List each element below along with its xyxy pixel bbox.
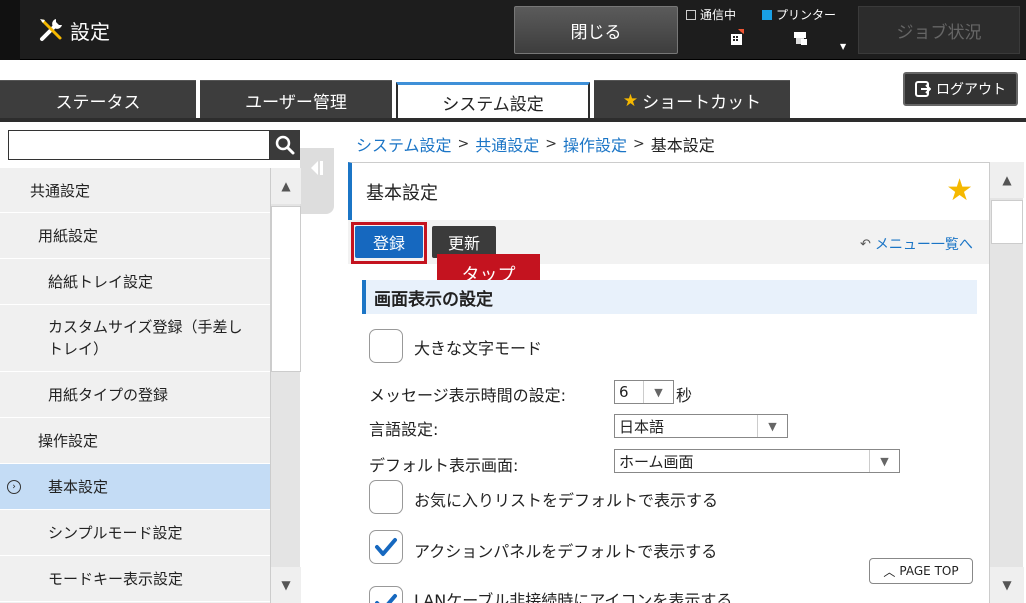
chevron-down-icon: ▼ — [869, 450, 899, 472]
message-time-label: メッセージ表示時間の設定: — [369, 386, 567, 405]
sidebar-scrollbar[interactable]: ▲ ▼ — [270, 168, 301, 603]
action-panel-label: アクションパネルをデフォルトで表示する — [414, 542, 718, 561]
chevron-down-icon: ▼ — [643, 381, 673, 403]
breadcrumb-separator: > — [545, 136, 558, 152]
breadcrumb-system-settings[interactable]: システム設定 — [356, 132, 452, 156]
register-highlight-frame — [351, 222, 427, 264]
tools-icon — [40, 19, 62, 41]
comm-status-indicator — [686, 9, 696, 20]
menu-list-icon: ↶ — [860, 236, 871, 252]
large-text-label: 大きな文字モード — [414, 339, 543, 358]
search-button[interactable] — [270, 130, 300, 160]
close-button[interactable]: 閉じる — [514, 6, 678, 54]
large-text-checkbox[interactable] — [369, 329, 403, 363]
page-top-label: PAGE TOP — [899, 564, 959, 578]
language-label: 言語設定: — [369, 420, 439, 439]
search-icon — [275, 135, 295, 155]
logout-label: ログアウト — [936, 82, 1006, 98]
sidebar-item-paper-settings[interactable]: 用紙設定 — [0, 213, 270, 259]
collapse-left-icon — [311, 161, 323, 175]
sidebar: 共通設定 用紙設定 給紙トレイ設定 カスタムサイズ登録（手差しトレイ） 用紙タイ… — [0, 168, 270, 603]
menu-list-link[interactable]: ↶ メニュー一覧へ — [860, 234, 973, 254]
chevron-up-icon: ︿ — [883, 564, 896, 579]
tab-shortcut-label: ショートカット — [642, 93, 762, 113]
sidebar-search-input[interactable] — [8, 130, 270, 160]
default-screen-value: ホーム画面 — [619, 452, 694, 471]
favorites-checkbox[interactable] — [369, 480, 403, 514]
page-title: 基本設定 ★ — [348, 162, 989, 220]
section-heading: 画面表示の設定 — [362, 280, 977, 314]
default-screen-select[interactable]: ホーム画面 ▼ — [614, 449, 900, 473]
logout-icon — [915, 81, 931, 97]
logout-button[interactable]: ログアウト — [903, 72, 1018, 106]
breadcrumb: システム設定 > 共通設定 > 操作設定 > 基本設定 — [356, 132, 715, 156]
printer-device-icon — [794, 32, 807, 45]
scroll-up-icon[interactable]: ▲ — [990, 162, 1024, 198]
fax-icon — [731, 29, 744, 45]
breadcrumb-separator: > — [633, 136, 645, 152]
favorites-label: お気に入りリストをデフォルトで表示する — [414, 491, 719, 510]
checkmark-icon — [375, 594, 397, 603]
printer-status-indicator — [762, 9, 772, 20]
lan-label: LANケーブル非接続時にアイコンを表示する — [414, 591, 733, 603]
sidebar-item-basic-settings-label: 基本設定 — [48, 478, 109, 496]
comm-status-label: 通信中 — [700, 8, 737, 22]
menu-list-label: メニュー一覧へ — [874, 237, 973, 253]
page-top-button[interactable]: ︿ PAGE TOP — [869, 558, 973, 584]
sidebar-item-basic-settings[interactable]: › 基本設定 — [0, 464, 270, 510]
scroll-up-icon[interactable]: ▲ — [271, 168, 301, 204]
scroll-down-icon[interactable]: ▼ — [271, 567, 301, 603]
settings-title-label: 設定 — [70, 19, 110, 44]
scroll-down-icon[interactable]: ▼ — [990, 567, 1024, 603]
message-time-unit: 秒 — [676, 386, 693, 405]
sidebar-item-operation-settings[interactable]: 操作設定 — [0, 418, 270, 464]
sidebar-item-paper-type[interactable]: 用紙タイプの登録 — [0, 372, 270, 418]
job-status-button[interactable]: ジョブ状況 — [858, 6, 1020, 54]
tab-system-settings[interactable]: システム設定 — [396, 82, 590, 120]
main-scroll-thumb[interactable] — [991, 200, 1023, 244]
sidebar-item-custom-size[interactable]: カスタムサイズ登録（手差しトレイ） — [0, 305, 270, 372]
breadcrumb-common-settings[interactable]: 共通設定 — [475, 132, 539, 156]
sidebar-scroll-thumb[interactable] — [271, 206, 301, 372]
language-select[interactable]: 日本語 ▼ — [614, 414, 788, 438]
breadcrumb-operation-settings[interactable]: 操作設定 — [563, 132, 627, 156]
sidebar-item-tray-settings[interactable]: 給紙トレイ設定 — [0, 259, 270, 305]
default-screen-label: デフォルト表示画面: — [369, 456, 519, 475]
settings-title: 設定 — [36, 14, 110, 46]
tab-shortcut[interactable]: ★ ショートカット — [594, 80, 790, 120]
message-time-value: 6 — [619, 383, 629, 401]
checkmark-icon — [375, 538, 397, 556]
breadcrumb-separator: > — [457, 136, 470, 152]
page-title-label: 基本設定 — [366, 182, 438, 204]
current-item-icon: › — [7, 479, 21, 494]
sidebar-collapse-tab[interactable] — [300, 148, 334, 214]
device-dropdown-icon[interactable]: ▼ — [840, 42, 846, 51]
tabs-underline — [0, 118, 1026, 122]
sidebar-item-simple-mode[interactable]: シンプルモード設定 — [0, 510, 270, 556]
action-panel-checkbox[interactable] — [369, 530, 403, 564]
sidebar-item-common-settings[interactable]: 共通設定 — [0, 168, 270, 213]
top-bar-edge — [0, 0, 20, 60]
device-status-area: 通信中 プリンター ▼ — [684, 4, 854, 58]
printer-status-label: プリンター — [776, 8, 837, 22]
chevron-down-icon: ▼ — [757, 415, 787, 437]
favorite-star-icon[interactable]: ★ — [946, 173, 973, 208]
main-scrollbar[interactable]: ▲ ▼ — [989, 162, 1024, 603]
lan-option-row: LANケーブル非接続時にアイコンを表示する — [362, 586, 962, 603]
lan-checkbox[interactable] — [369, 586, 403, 603]
language-value: 日本語 — [619, 417, 665, 436]
message-time-select[interactable]: 6 ▼ — [614, 380, 674, 404]
sidebar-item-mode-key[interactable]: モードキー表示設定 — [0, 556, 270, 602]
tab-status[interactable]: ステータス — [0, 80, 196, 120]
breadcrumb-current: 基本設定 — [650, 136, 715, 155]
tab-user-management[interactable]: ユーザー管理 — [200, 80, 392, 120]
shortcut-star-icon: ★ — [622, 90, 639, 111]
